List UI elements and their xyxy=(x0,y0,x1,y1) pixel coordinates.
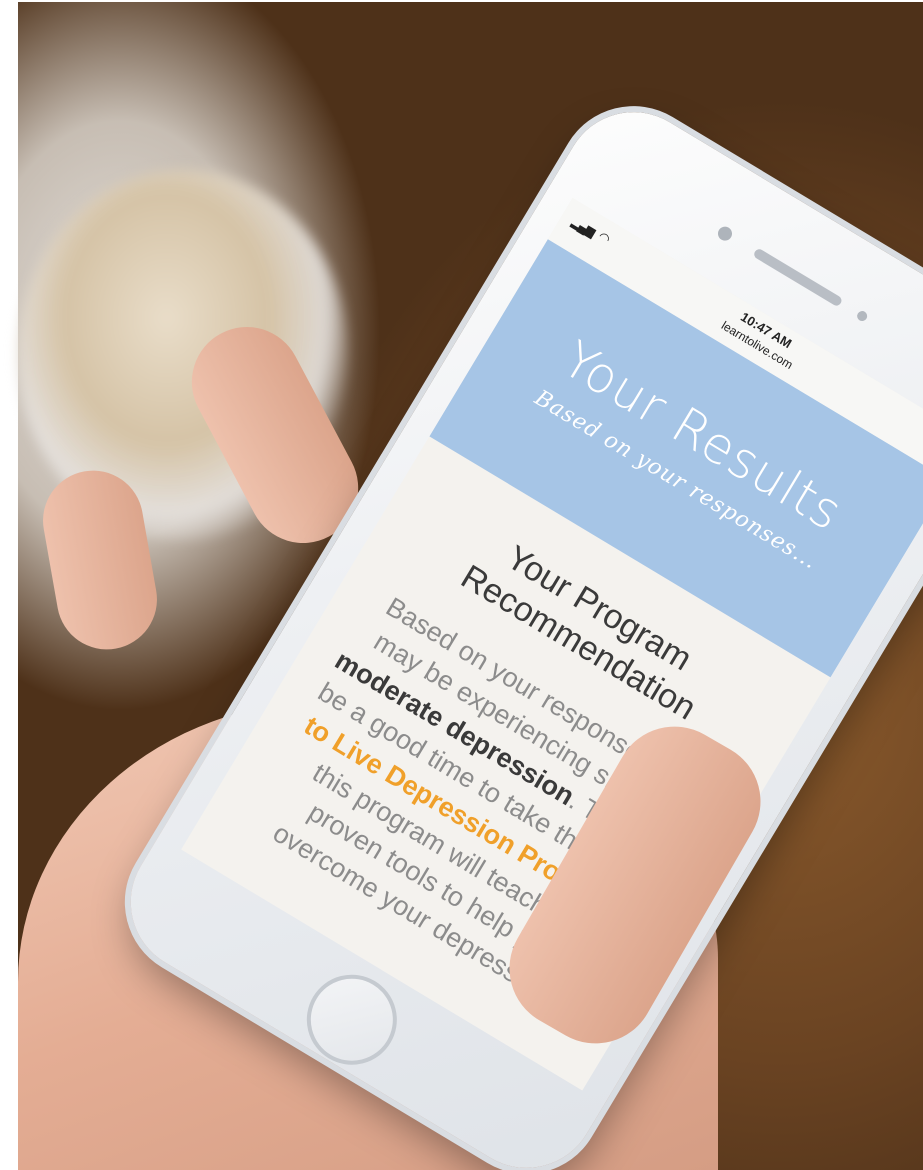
earpiece-speaker xyxy=(752,247,844,308)
photo-scene: ▂▄▆ ◠ 10:47 AM learntolive.com Your Resu… xyxy=(0,0,923,1170)
front-camera-icon xyxy=(715,224,735,244)
proximity-sensor xyxy=(855,309,870,323)
